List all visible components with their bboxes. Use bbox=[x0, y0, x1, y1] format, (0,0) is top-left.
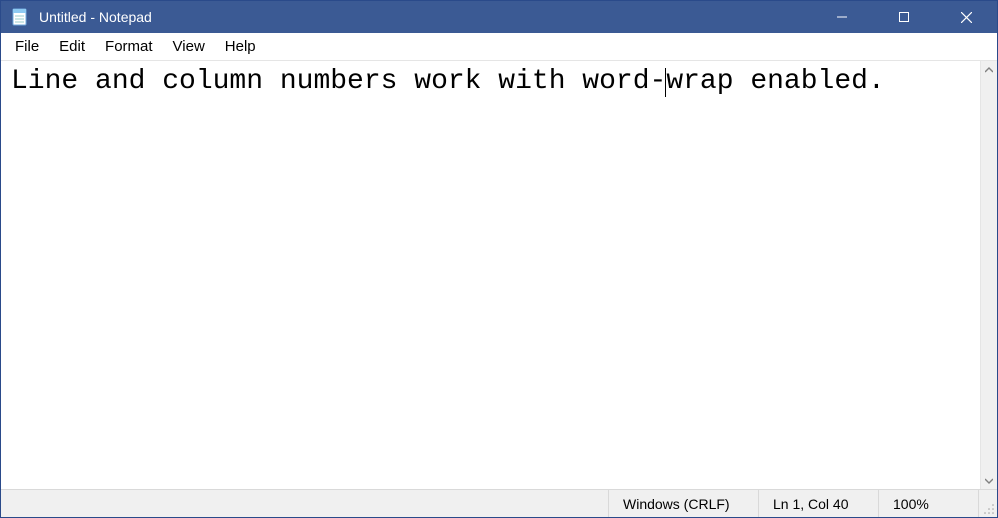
text-editor[interactable]: Line and column numbers work with word-w… bbox=[1, 61, 980, 489]
maximize-button[interactable] bbox=[873, 1, 935, 33]
window-title: Untitled - Notepad bbox=[37, 9, 152, 25]
menu-format[interactable]: Format bbox=[95, 36, 163, 57]
scroll-up-arrow-icon[interactable] bbox=[981, 61, 997, 78]
menu-file[interactable]: File bbox=[5, 36, 49, 57]
text-caret bbox=[665, 68, 666, 97]
vertical-scrollbar[interactable] bbox=[980, 61, 997, 489]
client-area: Line and column numbers work with word-w… bbox=[1, 61, 997, 489]
notepad-icon bbox=[9, 6, 31, 28]
editor-text-before-caret: Line and column numbers work with word- bbox=[11, 66, 666, 97]
menu-edit[interactable]: Edit bbox=[49, 36, 95, 57]
status-cursor-position: Ln 1, Col 40 bbox=[759, 490, 879, 517]
status-filler bbox=[1, 490, 609, 517]
status-bar: Windows (CRLF) Ln 1, Col 40 100% bbox=[1, 489, 997, 517]
minimize-button[interactable] bbox=[811, 1, 873, 33]
window-controls bbox=[811, 1, 997, 33]
scroll-down-arrow-icon[interactable] bbox=[981, 472, 997, 489]
menu-view[interactable]: View bbox=[163, 36, 215, 57]
title-bar[interactable]: Untitled - Notepad bbox=[1, 1, 997, 33]
menu-help[interactable]: Help bbox=[215, 36, 266, 57]
app-window: Untitled - Notepad File Edit Format View… bbox=[0, 0, 998, 518]
status-zoom: 100% bbox=[879, 490, 979, 517]
resize-grip-icon[interactable] bbox=[979, 490, 997, 517]
status-line-ending: Windows (CRLF) bbox=[609, 490, 759, 517]
menu-bar: File Edit Format View Help bbox=[1, 33, 997, 61]
editor-text-after-caret: wrap enabled. bbox=[666, 66, 884, 97]
close-button[interactable] bbox=[935, 1, 997, 33]
